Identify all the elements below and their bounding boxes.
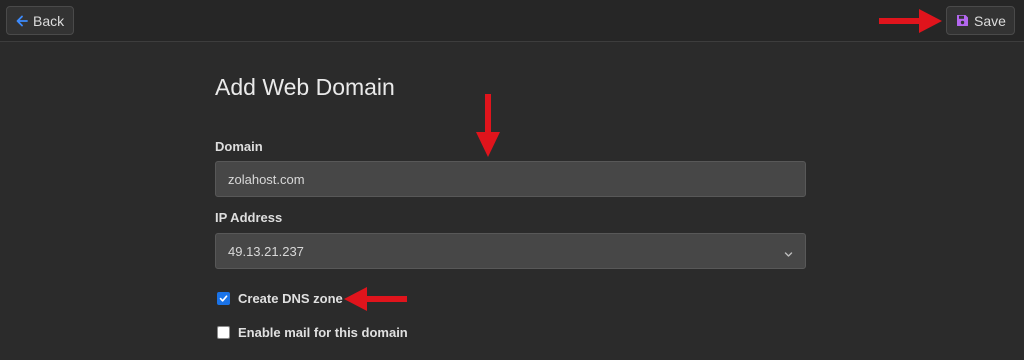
save-button-label: Save: [974, 12, 1006, 29]
floppy-disk-icon: [956, 14, 969, 27]
domain-label: Domain: [215, 139, 263, 154]
domain-field-wrapper: [215, 161, 806, 197]
annotation-arrow-icon: [476, 94, 500, 157]
create-dns-zone-label: Create DNS zone: [238, 291, 343, 306]
check-icon: [219, 295, 228, 302]
back-button-label: Back: [33, 12, 65, 29]
ip-address-selected-value: 49.13.21.237: [228, 243, 304, 259]
annotation-arrow-icon: [879, 9, 942, 33]
domain-input[interactable]: [228, 171, 793, 187]
annotation-arrow-icon: [344, 287, 407, 311]
ip-address-select[interactable]: 49.13.21.237: [215, 233, 806, 269]
create-dns-zone-checkbox[interactable]: [217, 292, 230, 305]
top-toolbar: Back Save: [0, 0, 1024, 42]
back-button[interactable]: Back: [6, 6, 74, 35]
ip-address-label: IP Address: [215, 210, 283, 225]
arrow-left-icon: [16, 15, 28, 27]
chevron-down-icon: [784, 247, 793, 262]
enable-mail-label: Enable mail for this domain: [238, 325, 408, 340]
create-dns-zone-option[interactable]: Create DNS zone: [217, 291, 343, 306]
enable-mail-option[interactable]: Enable mail for this domain: [217, 325, 408, 340]
enable-mail-checkbox[interactable]: [217, 326, 230, 339]
save-button[interactable]: Save: [946, 6, 1015, 35]
page-title: Add Web Domain: [215, 74, 395, 100]
